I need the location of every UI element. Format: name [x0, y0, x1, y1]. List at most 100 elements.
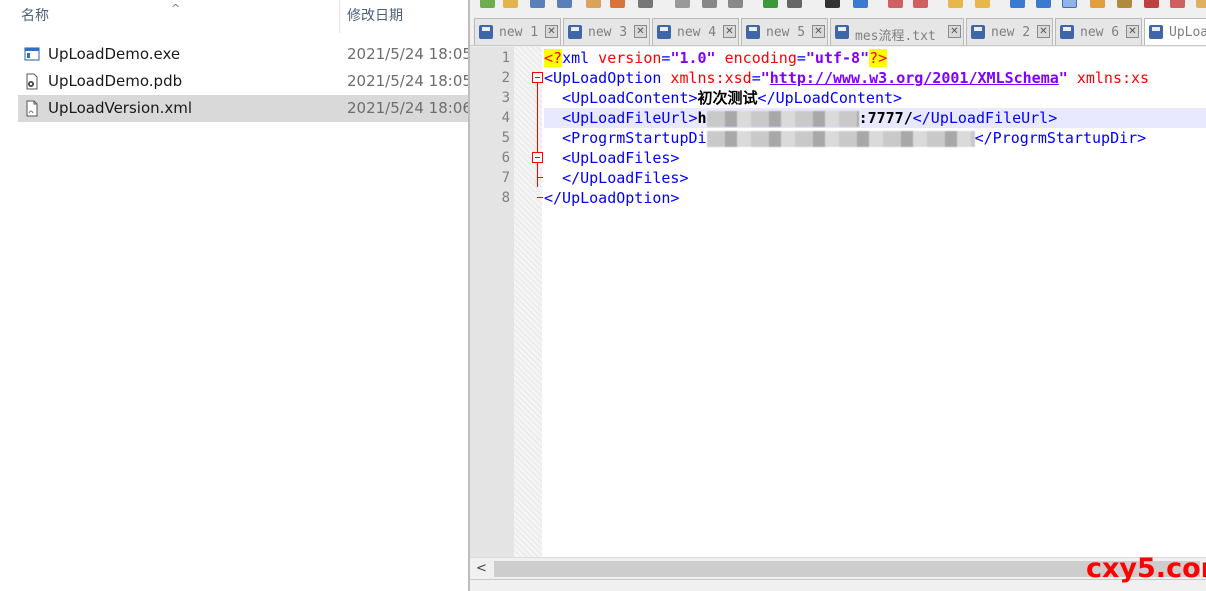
find-icon[interactable]	[825, 0, 840, 8]
code-line-2[interactable]: <UpLoadOption xmlns:xsd="http://www.w3.o…	[544, 68, 1149, 88]
element-text: :7777/	[858, 109, 913, 127]
function-list-icon[interactable]	[1144, 0, 1159, 8]
close-tab-icon[interactable]: ✕	[723, 25, 736, 38]
open-file-icon[interactable]	[503, 0, 518, 8]
line-number: 7	[501, 170, 510, 186]
copy-icon[interactable]	[702, 0, 717, 8]
code-line-1[interactable]: <?xml version="1.0" encoding="utf-8"?>	[544, 48, 888, 68]
save-icon[interactable]	[530, 0, 545, 8]
tab-new-1[interactable]: new 1 ✕	[474, 18, 561, 45]
file-date: 2021/5/24 18:06	[347, 99, 472, 117]
code-line-4[interactable]: <UpLoadFileUrl>h:7777/</UpLoadFileUrl>	[544, 108, 1206, 128]
tab-label: new 1	[499, 25, 539, 40]
fold-toggle-icon[interactable]	[532, 152, 543, 163]
indent-guide-icon[interactable]	[1062, 0, 1077, 8]
quote: "	[760, 69, 770, 87]
xml-file-icon	[26, 100, 38, 117]
save-disk-icon	[746, 25, 760, 39]
save-disk-icon	[657, 25, 671, 39]
tag-open: <UpLoadContent>	[562, 89, 698, 107]
zoom-out-icon[interactable]	[913, 0, 928, 8]
file-row-exe[interactable]: UpLoadDemo.exe 2021/5/24 18:05	[18, 41, 472, 68]
code-line-7[interactable]: </UpLoadFiles>	[544, 168, 689, 188]
tab-mes-txt[interactable]: mes流程.txt ✕	[830, 18, 964, 45]
attr-name: xmlns:xsd	[661, 69, 752, 87]
stop-macro-icon[interactable]	[1196, 0, 1206, 8]
replace-icon[interactable]	[853, 0, 868, 8]
record-macro-icon[interactable]	[1170, 0, 1185, 8]
print-icon[interactable]	[638, 0, 653, 8]
notepad-editor: new 1 ✕ new 3 ✕ new 4 ✕ new 5 ✕ mes流程.tx…	[468, 0, 1206, 591]
word-wrap-icon[interactable]	[1010, 0, 1025, 8]
column-header-date[interactable]: 修改日期	[347, 0, 467, 33]
schema-url-link[interactable]: http://www.w3.org/2001/XMLSchema	[770, 69, 1059, 87]
pi-open: <?	[544, 49, 563, 67]
line-number: 3	[501, 90, 510, 106]
tag-close: </UpLoadFiles>	[562, 169, 689, 187]
tab-new-6[interactable]: new 6 ✕	[1055, 18, 1142, 45]
sync-horizontal-icon[interactable]	[975, 0, 990, 8]
save-all-icon[interactable]	[557, 0, 572, 8]
exe-file-icon	[24, 47, 40, 61]
doc-map-icon[interactable]	[1117, 0, 1132, 8]
fold-guide	[537, 177, 543, 178]
code-line-5[interactable]: <ProgrmStartupDir> </ProgrmStartupDir>	[544, 128, 1146, 148]
save-disk-icon	[971, 25, 985, 39]
close-all-icon[interactable]	[610, 0, 625, 8]
attr-value: "1.0"	[670, 49, 716, 67]
sync-vertical-icon[interactable]	[948, 0, 963, 8]
close-tab-icon[interactable]: ✕	[634, 25, 647, 38]
code-line-6[interactable]: <UpLoadFiles>	[544, 148, 679, 168]
column-header-name-label: 名称	[21, 8, 49, 24]
line-number: 5	[501, 130, 510, 146]
close-tab-icon[interactable]: ✕	[1037, 25, 1050, 38]
attr-name: xmlns:xs	[1067, 69, 1150, 87]
tag-open: <UpLoadFileUrl>	[562, 109, 698, 127]
close-tab-icon[interactable]: ✕	[948, 25, 961, 38]
code-line-3[interactable]: <UpLoadContent>初次测试</UpLoadContent>	[544, 88, 902, 108]
file-explorer: 名称 ^ 修改日期 UpLoadDemo.exe 2021/5/24 18:05…	[0, 0, 472, 591]
quote: "	[1058, 69, 1068, 87]
attr-name: encoding	[715, 49, 797, 67]
tab-label: new 2	[991, 25, 1031, 40]
column-header-date-label: 修改日期	[347, 8, 403, 24]
tag-open: <UpLoadFiles>	[562, 149, 680, 167]
line-number: 1	[501, 50, 510, 66]
close-tab-icon[interactable]: ✕	[545, 25, 558, 38]
file-row-pdb[interactable]: UpLoadDemo.pdb 2021/5/24 18:05	[18, 68, 472, 95]
code-line-8[interactable]: </UpLoadOption>	[544, 188, 679, 208]
tab-new-3[interactable]: new 3 ✕	[563, 18, 650, 45]
scroll-left-icon[interactable]: <	[476, 560, 487, 578]
zoom-in-icon[interactable]	[888, 0, 903, 8]
paste-icon[interactable]	[728, 0, 743, 8]
udl-icon[interactable]	[1090, 0, 1105, 8]
tag-close: </UpLoadOption>	[544, 189, 680, 207]
tab-uploadversion-xml[interactable]: UpLoa	[1144, 18, 1206, 45]
undo-icon[interactable]	[763, 0, 778, 8]
file-row-xml[interactable]: UpLoadVersion.xml 2021/5/24 18:06	[18, 95, 472, 122]
close-tab-icon[interactable]: ✕	[1126, 25, 1139, 38]
show-all-chars-icon[interactable]	[1036, 0, 1051, 8]
code-editor[interactable]: 1 2 3 4 5 6 7 8 <?xml version = "1.0" enco…	[470, 47, 1206, 557]
save-disk-icon	[835, 25, 849, 39]
redacted-text	[706, 110, 859, 127]
tab-new-5[interactable]: new 5 ✕	[741, 18, 828, 45]
column-divider[interactable]	[339, 0, 340, 33]
tag-close: </ProgrmStartupDir>	[974, 129, 1147, 147]
close-tab-icon[interactable]: ✕	[812, 25, 825, 38]
save-disk-icon	[568, 25, 582, 39]
tab-new-2[interactable]: new 2 ✕	[966, 18, 1053, 45]
new-file-icon[interactable]	[480, 0, 495, 8]
tab-new-4[interactable]: new 4 ✕	[652, 18, 739, 45]
attr-value: "utf-8"	[805, 49, 870, 67]
file-name: UpLoadDemo.pdb	[48, 72, 183, 90]
close-icon[interactable]	[586, 0, 601, 8]
cut-icon[interactable]	[675, 0, 690, 8]
tab-label: new 5	[766, 25, 806, 40]
equals: =	[751, 69, 761, 87]
redo-icon[interactable]	[787, 0, 802, 8]
fold-guide	[537, 197, 543, 198]
fold-toggle-icon[interactable]	[532, 72, 543, 83]
